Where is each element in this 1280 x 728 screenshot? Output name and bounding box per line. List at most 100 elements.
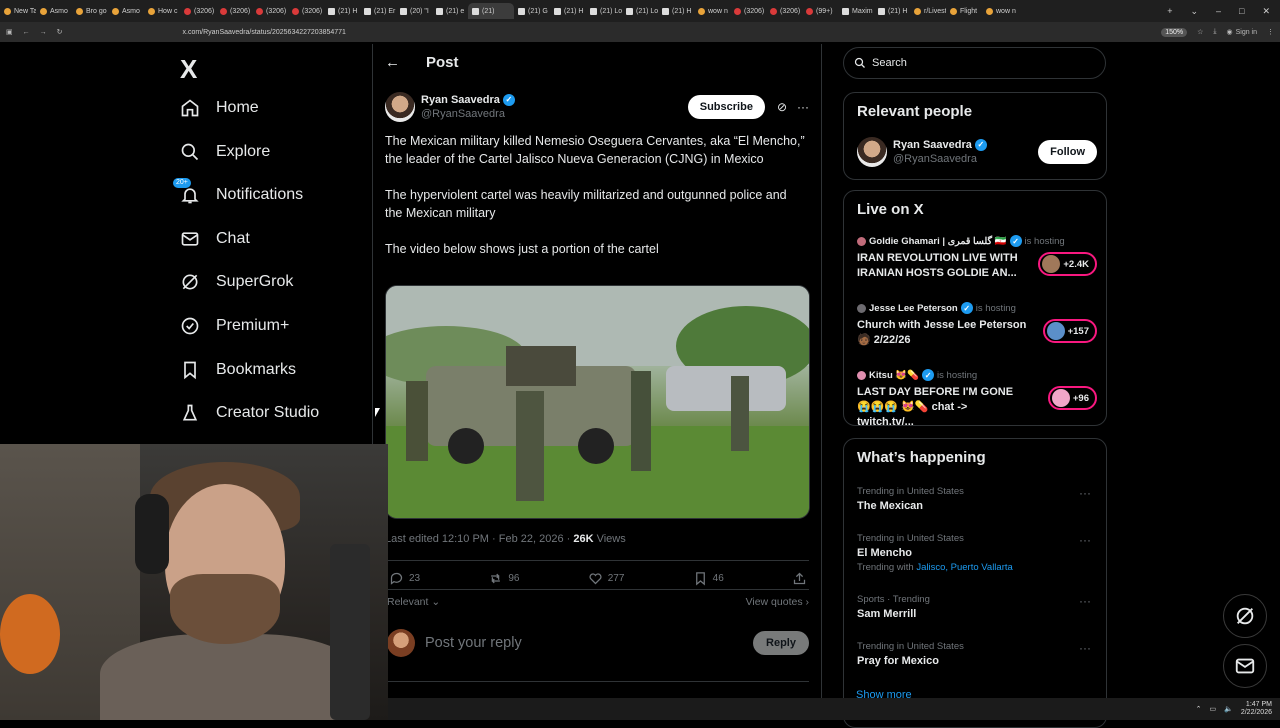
author-name[interactable]: Ryan Saavedra ✓: [421, 93, 515, 107]
back-icon[interactable]: ←: [23, 29, 30, 36]
x-logo[interactable]: X: [180, 54, 197, 85]
browser-tab[interactable]: (3206): [180, 3, 216, 19]
listener-badge: +157: [1042, 319, 1097, 343]
sidebar-toggle-icon[interactable]: ▣: [6, 28, 13, 36]
tab-favicon-icon: [220, 7, 227, 15]
browser-tab[interactable]: (21) Lo: [586, 3, 622, 19]
search-input[interactable]: Search: [843, 47, 1106, 79]
more-icon[interactable]: ···: [1079, 594, 1091, 608]
trend-item[interactable]: Trending in United States The Mexican ··…: [857, 486, 1097, 512]
reply-sort-label: Relevant: [387, 596, 429, 608]
like-button[interactable]: 277: [588, 571, 624, 586]
browser-tab[interactable]: (21) H: [658, 3, 694, 19]
reply-sort-dropdown[interactable]: Relevant ⌄: [387, 596, 440, 608]
maximize-icon[interactable]: □: [1239, 6, 1244, 17]
trend-name: Sam Merrill: [857, 608, 917, 620]
avatar[interactable]: [385, 92, 415, 122]
more-icon[interactable]: ···: [797, 100, 809, 114]
relevant-person[interactable]: Ryan Saavedra ✓ @RyanSaavedra Follow: [857, 137, 1097, 167]
browser-tab[interactable]: (3206): [288, 3, 324, 19]
trend-related-links[interactable]: Jalisco, Puerto Vallarta: [916, 562, 1012, 573]
browser-tab[interactable]: Asmo: [36, 3, 72, 19]
browser-tab[interactable]: wow n: [694, 3, 730, 19]
nav-creator-studio[interactable]: Creator Studio: [180, 403, 319, 423]
browser-tab[interactable]: (3206): [766, 3, 802, 19]
nav-home[interactable]: Home: [180, 98, 259, 118]
subscribe-button[interactable]: Subscribe: [687, 95, 765, 119]
listener-avatar: [1046, 322, 1065, 340]
browser-tab[interactable]: Maxim: [838, 3, 874, 19]
minimize-icon[interactable]: –: [1216, 6, 1221, 17]
live-item[interactable]: Jesse Lee Peterson ✓ is hosting Church wit…: [857, 302, 1097, 348]
browser-tab[interactable]: (21) H: [550, 3, 586, 19]
post-timestamp[interactable]: Last edited 12:10 PM · Feb 22, 2026 ·: [385, 533, 573, 545]
browser-tab[interactable]: (21) Er: [360, 3, 396, 19]
author-name-text: Ryan Saavedra: [421, 94, 500, 106]
back-arrow-icon[interactable]: ←: [385, 54, 400, 71]
browser-tab[interactable]: (21) e: [432, 3, 468, 19]
browser-tab[interactable]: (21) G: [514, 3, 550, 19]
live-item[interactable]: Goldie Ghamari | گلسا قمری 🇮🇷 ✓ is hosting…: [857, 235, 1097, 281]
repost-button[interactable]: 96: [488, 571, 519, 586]
browser-tab[interactable]: (3206): [252, 3, 288, 19]
taskbar-clock[interactable]: 1:47 PM 2/22/2026: [1241, 701, 1272, 717]
browser-tab[interactable]: New Ta: [0, 3, 36, 19]
messages-fab-button[interactable]: [1223, 644, 1267, 688]
browser-tab[interactable]: (21): [468, 3, 514, 19]
follow-button[interactable]: Follow: [1038, 140, 1097, 164]
browser-tab[interactable]: r/Livest: [910, 3, 946, 19]
downloads-icon[interactable]: ⤓: [1213, 28, 1216, 36]
nav-explore[interactable]: Explore: [180, 142, 270, 162]
more-icon[interactable]: ···: [1079, 641, 1091, 655]
trend-item[interactable]: Trending in United States El Mencho Tren…: [857, 533, 1097, 573]
trend-item[interactable]: Sports · Trending Sam Merrill ···: [857, 594, 1097, 620]
nav-notifications[interactable]: 20+ Notifications: [173, 178, 303, 205]
volume-icon[interactable]: 🔈: [1224, 705, 1233, 713]
sign-in-button[interactable]: ◉ Sign in: [1226, 28, 1257, 37]
bookmark-star-icon[interactable]: ☆: [1197, 28, 1203, 36]
browser-tab[interactable]: How c: [144, 3, 180, 19]
tray-chevron-icon[interactable]: ⌃: [1196, 705, 1202, 713]
grok-icon[interactable]: ⊘: [777, 100, 787, 114]
more-icon[interactable]: ···: [1079, 533, 1091, 547]
hosting-label: is hosting: [975, 302, 1016, 314]
nav-premium[interactable]: Premium+: [180, 316, 289, 336]
browser-tab[interactable]: wow n: [982, 3, 1018, 19]
browser-tab[interactable]: (21) Lo: [622, 3, 658, 19]
browser-tab[interactable]: (21) H: [874, 3, 910, 19]
live-item[interactable]: Kitsu 😻💊 ✓ is hosting LAST DAY BEFORE I'M …: [857, 369, 1097, 430]
reply-submit-button[interactable]: Reply: [753, 631, 809, 655]
browser-tab[interactable]: (3206): [216, 3, 252, 19]
browser-tab[interactable]: Flight: [946, 3, 982, 19]
tab-favicon-icon: [698, 7, 705, 15]
view-quotes-link[interactable]: View quotes ›: [746, 596, 809, 608]
post-video[interactable]: [385, 285, 810, 519]
browser-tab[interactable]: (99+): [802, 3, 838, 19]
more-icon[interactable]: ···: [1079, 486, 1091, 500]
reload-icon[interactable]: ↻: [57, 28, 63, 36]
browser-tab[interactable]: Bro go: [72, 3, 108, 19]
browser-tab[interactable]: (3206): [730, 3, 766, 19]
browser-tab[interactable]: Asmo: [108, 3, 144, 19]
bookmark-button[interactable]: 46: [693, 571, 724, 586]
close-icon[interactable]: ✕: [1262, 6, 1270, 17]
zoom-indicator[interactable]: 150%: [1161, 27, 1188, 37]
author-handle[interactable]: @RyanSaavedra: [421, 107, 515, 121]
nav-bookmarks[interactable]: Bookmarks: [180, 360, 296, 380]
address-bar[interactable]: x.com/RyanSaavedra/status/20256342272038…: [183, 29, 346, 36]
share-button[interactable]: [792, 571, 807, 586]
nav-chat[interactable]: Chat: [180, 229, 250, 249]
browser-tab[interactable]: (20) "I: [396, 3, 432, 19]
trend-item[interactable]: Trending in United States Pray for Mexic…: [857, 641, 1097, 667]
reply-button[interactable]: 23: [389, 571, 420, 586]
grok-fab-button[interactable]: [1223, 594, 1267, 638]
new-tab-button[interactable]: +: [1167, 6, 1172, 17]
browser-tab[interactable]: (21) H: [324, 3, 360, 19]
forward-icon[interactable]: →: [40, 29, 47, 36]
menu-icon[interactable]: ⋮: [1267, 28, 1274, 36]
network-icon[interactable]: ▭: [1210, 705, 1217, 713]
tab-list-icon[interactable]: ⌄: [1190, 6, 1198, 17]
nav-supergrok[interactable]: SuperGrok: [180, 272, 293, 292]
reply-input[interactable]: Post your reply: [425, 635, 522, 651]
listener-count: +2.4K: [1063, 258, 1089, 270]
